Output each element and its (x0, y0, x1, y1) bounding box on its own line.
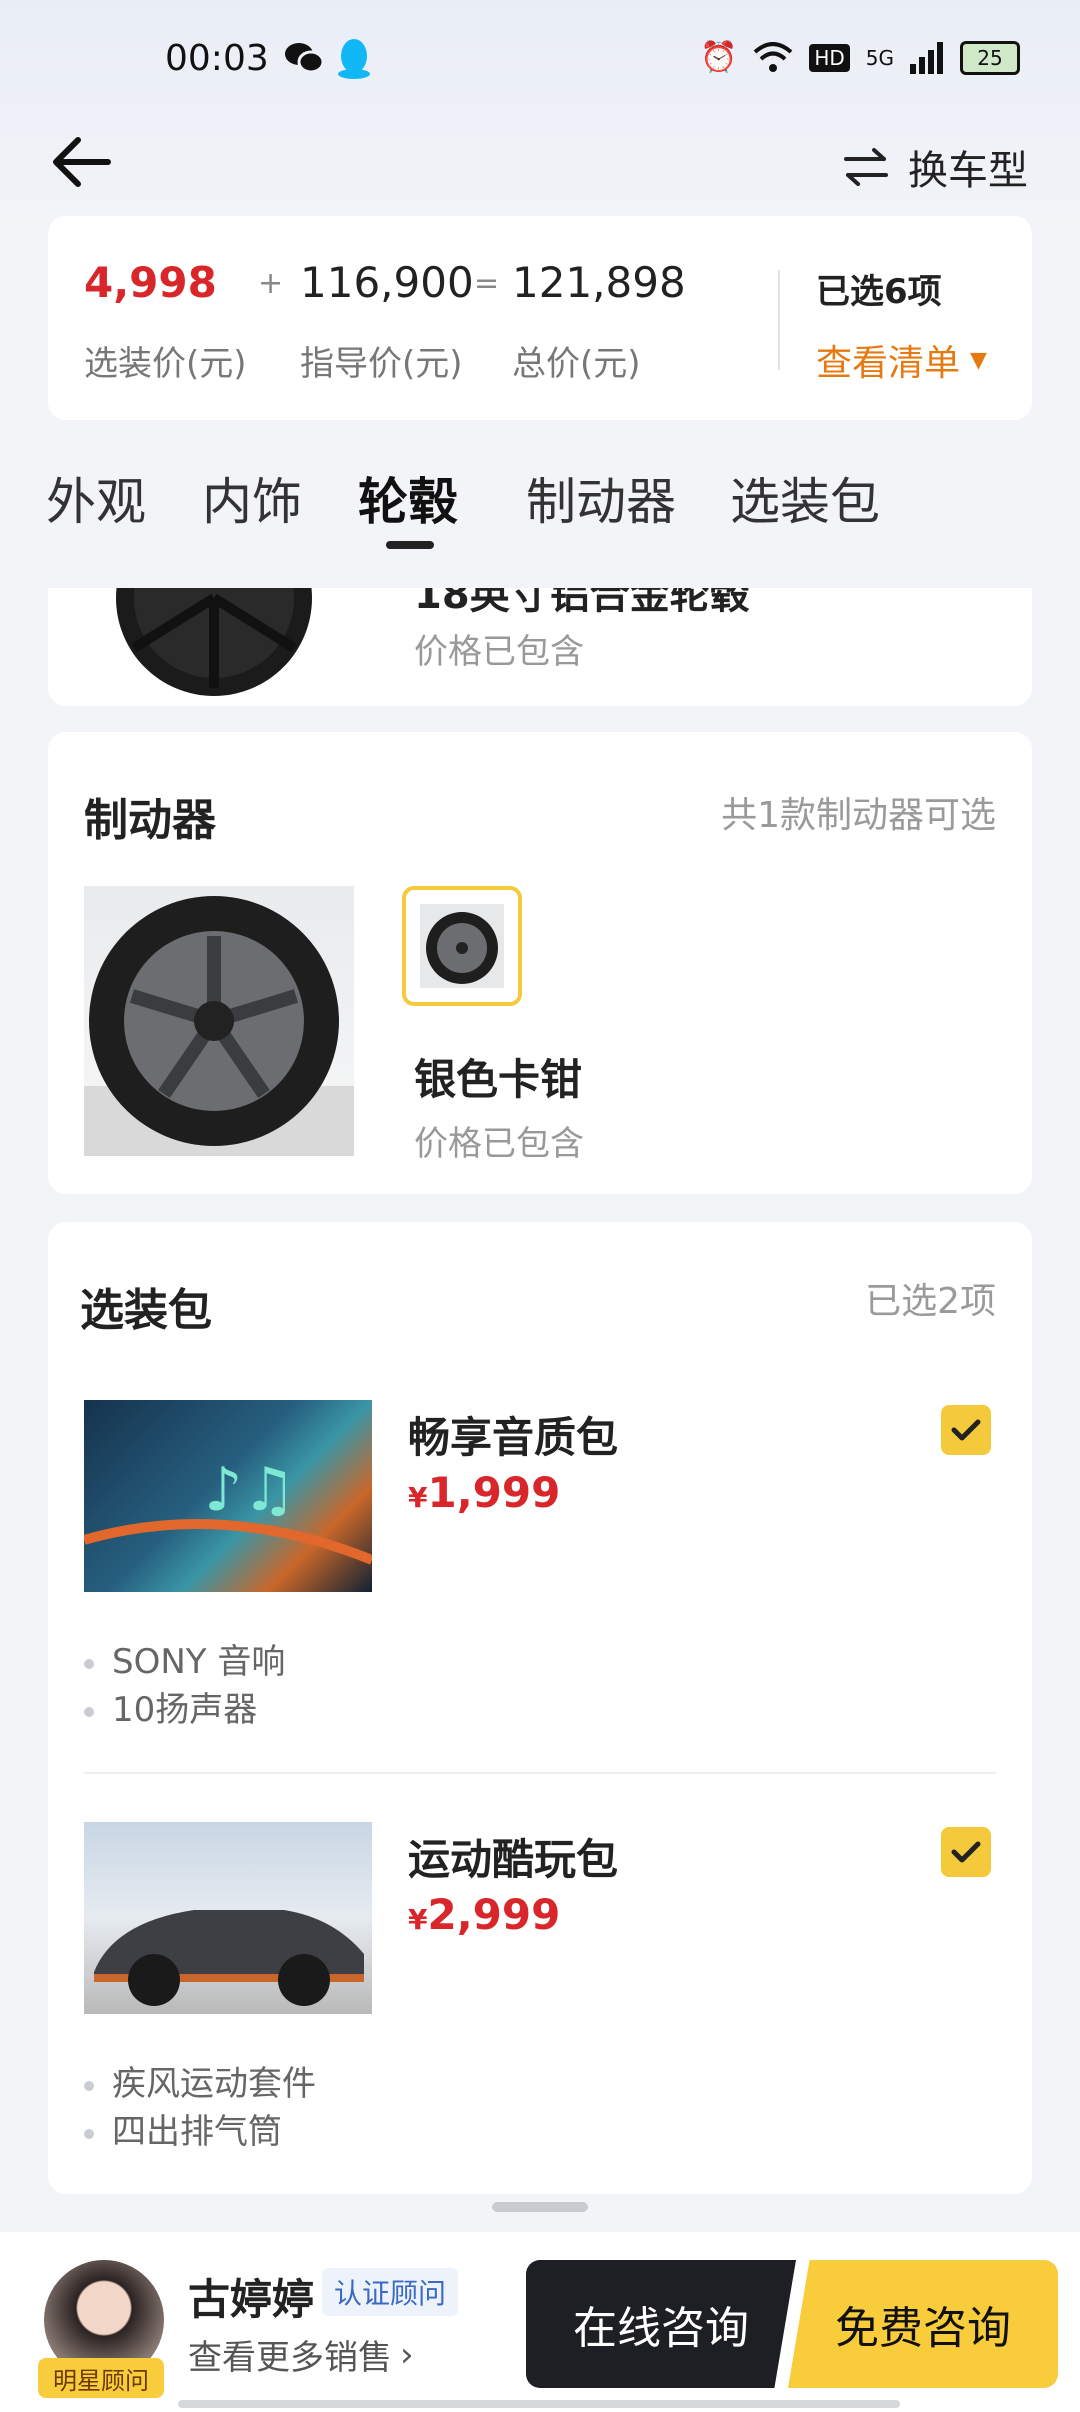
divider (778, 270, 780, 370)
status-icons: ⏰ HD 5G 25 (700, 40, 1020, 75)
star-consultant-badge: 明星顾问 (38, 2358, 164, 2398)
feature-item: 10扬声器 (84, 1682, 257, 1731)
package-price-audio: ¥1,999 (408, 1468, 560, 1517)
package-divider (84, 1772, 996, 1774)
tab-interior[interactable]: 内饰 (202, 462, 302, 534)
tab-packages[interactable]: 选装包 (730, 462, 880, 534)
package-price-value: 1,999 (427, 1468, 561, 1517)
brake-count-text: 共1款制动器可选 (721, 795, 996, 836)
package-price-sport: ¥2,999 (408, 1890, 560, 1939)
feature-item: SONY 音响 (84, 1634, 285, 1683)
brake-section-title: 制动器 (84, 795, 216, 846)
packages-section-title: 选装包 (80, 1285, 212, 1336)
switch-model-button[interactable]: 换车型 (842, 138, 1028, 196)
wheel-name: 18英寸铝合金轮毂 (414, 588, 750, 618)
package-image-sport (84, 1822, 372, 2014)
selected-count: 已选6项 (816, 272, 942, 312)
package-price-value: 2,999 (427, 1890, 561, 1939)
package-checkbox-audio[interactable] (941, 1405, 991, 1455)
feature-item: 四出排气筒 (84, 2104, 282, 2153)
signal-icon (910, 41, 943, 74)
total-price: 121,898 (512, 258, 686, 307)
tab-wheels[interactable]: 轮毂 (358, 462, 458, 534)
wheel-option-card[interactable]: 18英寸铝合金轮毂 价格已包含 (48, 588, 1032, 706)
brake-thumb-image (420, 904, 504, 988)
svg-text:♪♫: ♪♫ (204, 1455, 296, 1525)
hd-badge: HD (809, 43, 850, 72)
alarm-icon: ⏰ (699, 40, 738, 75)
guide-price-label: 指导价(元) (300, 344, 463, 384)
option-price-label: 选装价(元) (84, 344, 247, 384)
total-price-label: 总价(元) (512, 344, 641, 384)
online-consult-button[interactable]: 在线咨询 (526, 2260, 796, 2388)
consultant-name: 古婷婷 (188, 2275, 315, 2324)
brake-option-name: 银色卡钳 (414, 1055, 583, 1104)
caret-down-icon: ▼ (970, 347, 987, 373)
wheel-price-note: 价格已包含 (414, 632, 584, 672)
package-checkbox-sport[interactable] (941, 1827, 991, 1877)
more-sales-link[interactable]: 查看更多销售 › (188, 2330, 414, 2379)
tab-exterior[interactable]: 外观 (46, 462, 146, 534)
qq-icon (336, 36, 372, 84)
price-summary-card (48, 216, 1032, 420)
currency-symbol: ¥ (408, 1903, 428, 1936)
check-icon (951, 1419, 981, 1441)
packages-selected-text: 已选2项 (865, 1281, 996, 1322)
more-sales-label: 查看更多销售 (188, 2338, 392, 2378)
switch-model-label: 换车型 (908, 148, 1028, 194)
view-list-label: 查看清单 (816, 343, 961, 384)
back-button[interactable] (48, 130, 120, 194)
guide-price: 116,900 (300, 258, 474, 307)
certified-badge: 认证顾问 (322, 2268, 459, 2316)
package-image-audio: ♪♫ (84, 1400, 372, 1592)
brake-main-image (84, 886, 354, 1156)
brake-option-thumb[interactable] (402, 886, 522, 1006)
home-indicator (178, 2400, 900, 2408)
wechat-icon (284, 40, 325, 80)
wheel-image (116, 588, 312, 696)
tab-brakes[interactable]: 制动器 (526, 462, 676, 534)
plus-sign: + (258, 266, 284, 301)
option-price: 4,998 (84, 258, 217, 307)
back-arrow-icon (53, 137, 111, 187)
active-tab-indicator (386, 541, 434, 549)
battery-indicator: 25 (960, 40, 1020, 75)
chevron-right-icon: › (400, 2334, 414, 2375)
view-list-button[interactable]: 查看清单 ▼ (816, 334, 987, 386)
swap-icon (844, 148, 888, 186)
scroll-handle[interactable] (492, 2202, 588, 2212)
package-name-sport: 运动酷玩包 (408, 1835, 619, 1884)
check-icon (951, 1841, 981, 1863)
equals-sign: = (474, 266, 500, 301)
brake-price-note: 价格已包含 (414, 1124, 584, 1164)
free-consult-button[interactable]: 免费咨询 (788, 2260, 1058, 2388)
feature-item: 疾风运动套件 (84, 2056, 316, 2105)
currency-symbol: ¥ (408, 1481, 428, 1514)
package-name-audio: 畅享音质包 (408, 1413, 619, 1462)
wifi-icon (753, 41, 793, 72)
network-label: 5G (865, 45, 894, 70)
status-time: 00:03 (165, 38, 269, 79)
